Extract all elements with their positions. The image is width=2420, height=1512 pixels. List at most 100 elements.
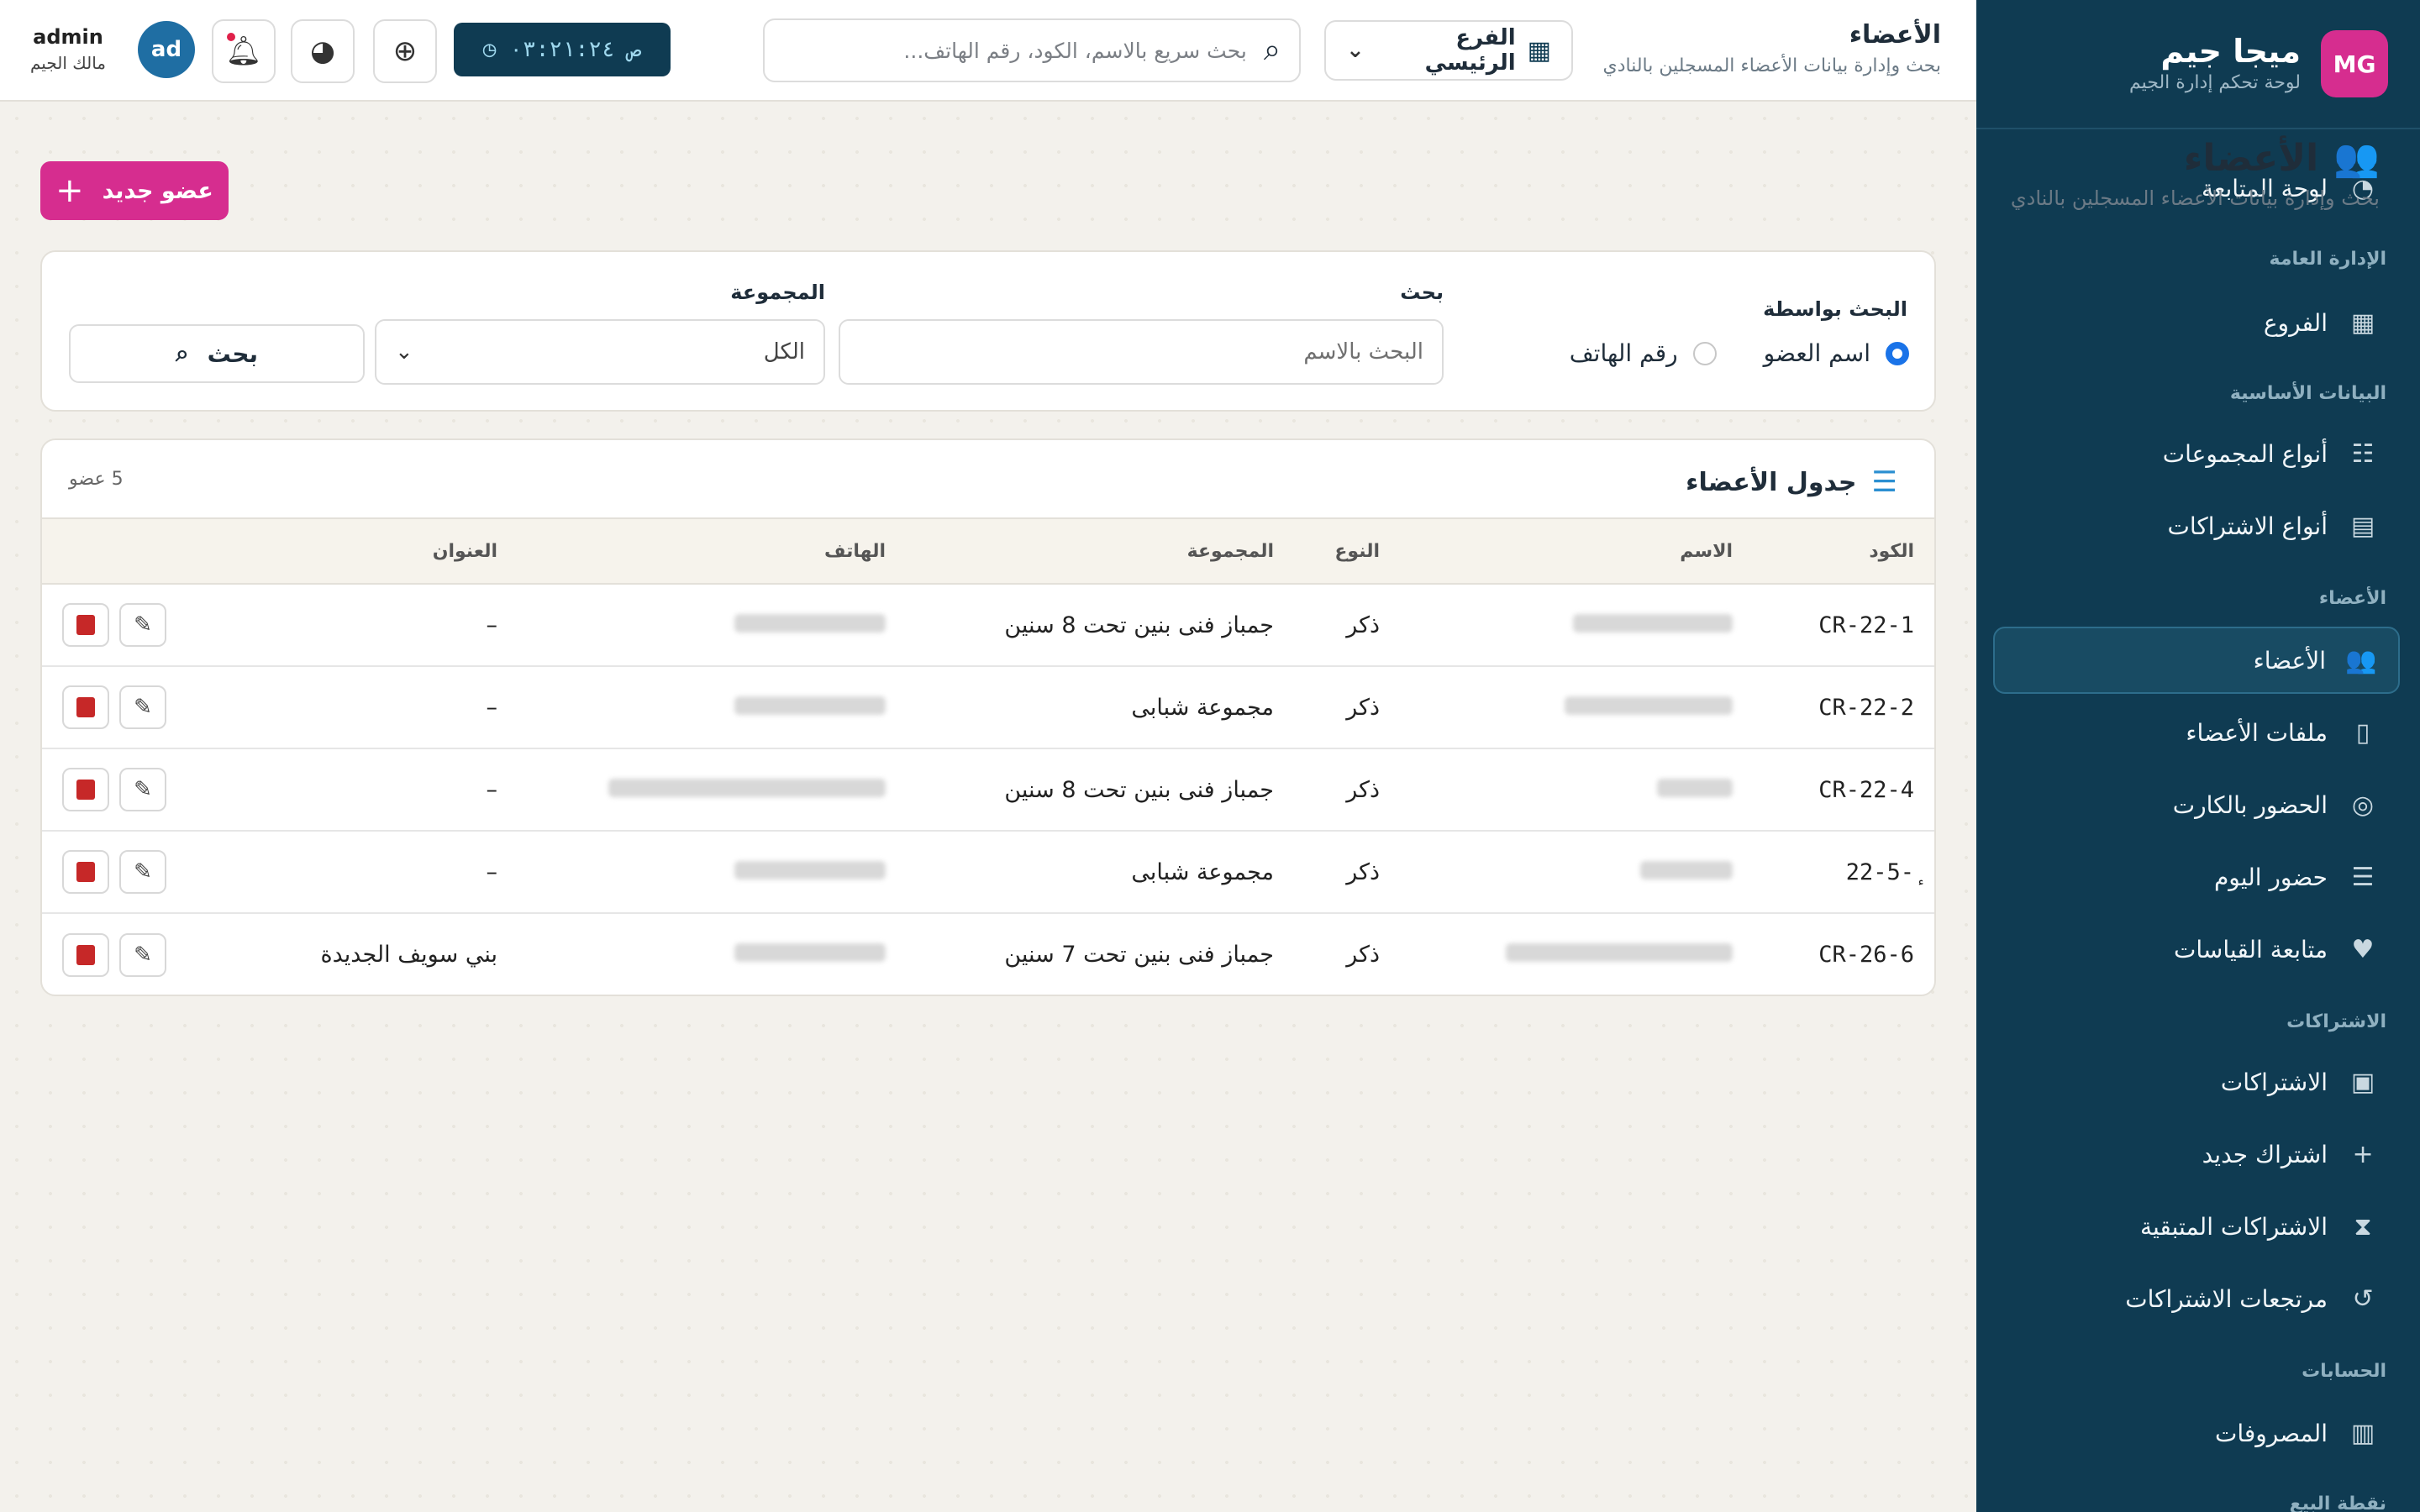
edit-button[interactable]: ✎ — [119, 850, 166, 894]
avatar[interactable]: ad — [138, 21, 195, 78]
quick-search-input[interactable] — [783, 38, 1247, 63]
search-by-options: اسم العضو رقم الهاتف — [1570, 339, 1909, 367]
cell-address: – — [257, 831, 518, 914]
brand-logo: MG — [2321, 30, 2388, 97]
clock-display: ص ٠٣:٢١:٢٤ ◷ — [454, 23, 671, 76]
sidebar-item-group-types[interactable]: ☷ أنواع المجموعات — [1993, 420, 2400, 487]
cell-address: – — [257, 584, 518, 667]
pencil-icon: ✎ — [134, 777, 152, 802]
cell-group: جمباز فنى بنين تحت 8 سنين — [906, 748, 1294, 832]
checklist-icon: ☰ — [2351, 862, 2375, 892]
delete-button[interactable] — [62, 603, 109, 647]
sidebar-item-branches[interactable]: ▦ الفروع — [1993, 289, 2400, 356]
branch-selector[interactable]: ▦ الفرع الرئيسي ⌄ — [1324, 20, 1573, 81]
edit-button[interactable]: ✎ — [119, 685, 166, 729]
sidebar-item-expenses[interactable]: ▥ المصروفات — [1993, 1399, 2400, 1467]
cell-phone-redacted — [518, 831, 906, 914]
file-icon: ▯ — [2355, 717, 2370, 748]
search-button-label: بحث — [207, 339, 259, 368]
search-icon: ⌕ — [175, 339, 189, 367]
cell-group: مجموعة شبابى — [906, 666, 1294, 749]
member-count: 5 عضو — [69, 469, 124, 490]
sidebar-item-label: أنواع الاشتراكات — [2167, 512, 2328, 540]
quick-search[interactable]: ⌕ — [763, 18, 1301, 82]
page-header: 👥 الأعضاء بحث وإدارة بيانات الأعضاء المس… — [2011, 136, 2380, 211]
palette-icon: ◕ — [310, 34, 335, 68]
group-select[interactable]: الكل ⌄ — [375, 319, 825, 385]
cell-phone-redacted — [518, 666, 906, 749]
cell-actions: ✎ — [42, 666, 257, 749]
radio-member-name-label[interactable]: اسم العضو — [1764, 339, 1870, 367]
heart-pulse-icon: ♥ — [2351, 934, 2375, 964]
sidebar-item-subscriptions[interactable]: ▣ الاشتراكات — [1993, 1048, 2400, 1116]
brand-title: ميجا جيم — [2160, 33, 2301, 70]
users-icon: 👥 — [2333, 137, 2380, 180]
table-row[interactable]: CR-22-1 ذكر جمباز فنى بنين تحت 8 سنين – … — [42, 584, 1934, 667]
chevron-down-icon: ⌄ — [1346, 38, 1365, 63]
search-button[interactable]: بحث ⌕ — [69, 324, 365, 383]
table-row[interactable]: 22-5-ٕ ذكر مجموعة شبابى – ✎ — [42, 831, 1934, 914]
col-name[interactable]: الاسم — [1400, 517, 1753, 585]
table-header-row: الكود الاسم النوع المجموعة الهاتف العنوا… — [42, 517, 1934, 585]
sidebar-item-label: ملفات الأعضاء — [2186, 718, 2328, 747]
col-address[interactable]: العنوان — [257, 517, 518, 585]
edit-button[interactable]: ✎ — [119, 932, 166, 977]
sidebar-item-remaining-subscriptions[interactable]: ⧗ الاشتراكات المتبقية — [1993, 1193, 2400, 1260]
sidebar-item-members[interactable]: 👥 الأعضاء — [1993, 627, 2400, 694]
radio-phone[interactable] — [1692, 341, 1717, 365]
cell-phone-redacted — [518, 913, 906, 995]
clock-icon: ◷ — [482, 37, 497, 62]
col-actions — [42, 517, 257, 585]
edit-button[interactable]: ✎ — [119, 768, 166, 811]
clock-time: ٠٣:٢١:٢٤ — [509, 37, 615, 62]
fingerprint-icon: ◎ — [2351, 790, 2375, 820]
brand: MG ميجا جيم لوحة تحكم إدارة الجيم — [2129, 30, 2388, 97]
notifications-button[interactable]: 🔔︎ — [212, 19, 276, 83]
search-input[interactable] — [859, 339, 1423, 365]
table-title: جدول الأعضاء — [1686, 467, 1857, 497]
building-icon: ▦ — [1527, 35, 1551, 66]
pencil-icon: ✎ — [134, 942, 152, 968]
search-field[interactable] — [839, 319, 1444, 385]
col-type[interactable]: النوع — [1294, 517, 1400, 585]
radio-member-name[interactable] — [1886, 341, 1909, 365]
topbar-title: الأعضاء — [1849, 20, 1941, 50]
delete-button[interactable] — [62, 685, 109, 729]
delete-button[interactable] — [62, 932, 109, 977]
language-button[interactable]: ⊕ — [373, 19, 437, 83]
delete-button[interactable] — [62, 768, 109, 811]
id-card-icon: ▤ — [2350, 511, 2375, 541]
col-group[interactable]: المجموعة — [906, 517, 1294, 585]
sidebar-item-member-files[interactable]: ▯ ملفات الأعضاء — [1993, 699, 2400, 766]
sidebar-item-measurements[interactable]: ♥ متابعة القياسات — [1993, 916, 2400, 983]
sidebar-item-today-attendance[interactable]: ☰ حضور اليوم — [1993, 843, 2400, 911]
sidebar-item-new-subscription[interactable]: + اشتراك جديد — [1993, 1121, 2400, 1188]
col-code[interactable]: الكود — [1753, 517, 1934, 585]
sidebar-item-subscription-returns[interactable]: ↺ مرتجعات الاشتراكات — [1993, 1265, 2400, 1332]
sidebar-item-subscription-types[interactable]: ▤ أنواع الاشتراكات — [1993, 492, 2400, 559]
trash-icon — [76, 944, 95, 965]
cell-code: CR-22-4 — [1753, 748, 1934, 832]
cell-group: جمباز فنى بنين تحت 7 سنين — [1004, 942, 1274, 968]
group-select-value: الكل — [763, 339, 805, 365]
delete-button[interactable] — [62, 850, 109, 894]
col-phone[interactable]: الهاتف — [518, 517, 906, 585]
cell-code: CR-26-6 — [1818, 942, 1914, 968]
cell-phone-redacted — [518, 748, 906, 832]
radio-phone-label[interactable]: رقم الهاتف — [1570, 339, 1678, 367]
table-row[interactable]: CR-22-4 ذكر جمباز فنى بنين تحت 8 سنين – … — [42, 748, 1934, 832]
sidebar-item-card-attendance[interactable]: ◎ الحضور بالكارت — [1993, 771, 2400, 838]
trash-icon — [76, 615, 95, 635]
table-row[interactable]: CR-26-6 ذكر جمباز فنى بنين تحت 7 سنين بن… — [42, 913, 1934, 995]
table-row[interactable]: CR-22-2 ذكر مجموعة شبابى – ✎ — [42, 666, 1934, 749]
user-info[interactable]: admin مالك الجيم — [30, 24, 106, 76]
edit-button[interactable]: ✎ — [119, 603, 166, 647]
section-members: الأعضاء — [2318, 588, 2386, 609]
branch-label: الفرع الرئيسي — [1424, 25, 1516, 76]
topbar-title-block: الأعضاء بحث وإدارة بيانات الأعضاء المسجل… — [1602, 18, 1941, 81]
add-member-button[interactable]: عضو جديد + — [40, 161, 229, 220]
chevron-down-icon: ⌄ — [395, 339, 413, 365]
theme-button[interactable]: ◕ — [291, 19, 355, 83]
sidebar-item-label: أنواع المجموعات — [2162, 439, 2328, 468]
section-subscriptions: الاشتراكات — [2286, 1011, 2386, 1032]
